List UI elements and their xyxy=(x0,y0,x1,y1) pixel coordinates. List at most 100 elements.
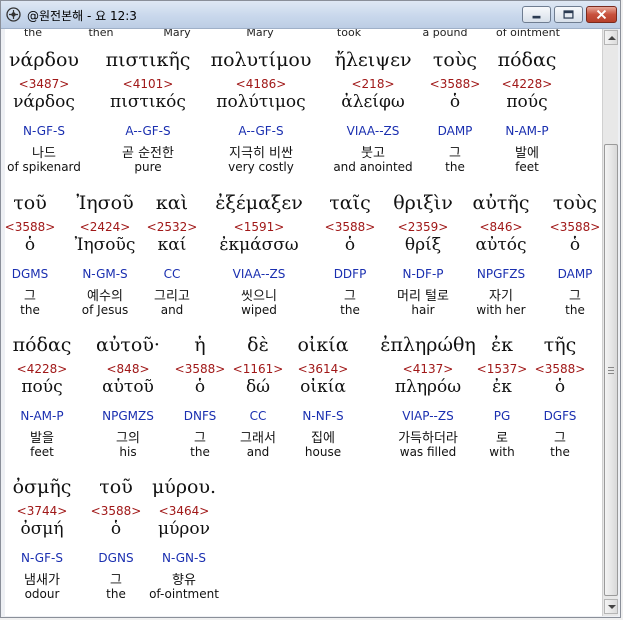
scroll-thumb[interactable] xyxy=(604,144,618,596)
strong-number[interactable]: <846> xyxy=(479,220,522,234)
strong-number[interactable]: <1537> xyxy=(477,362,528,376)
parse-code: VIAA--ZS xyxy=(232,267,286,281)
korean-gloss: 집에 xyxy=(311,431,335,446)
lemma: αὑτοῦ xyxy=(102,377,154,397)
strong-number[interactable]: <4228> xyxy=(502,77,553,91)
english-gloss: with xyxy=(489,445,515,459)
korean-gloss: 로 xyxy=(496,431,508,446)
arrow-down-icon xyxy=(608,605,616,609)
greek-word: ἤλειψεν xyxy=(334,49,412,71)
greek-word: θριξὶν xyxy=(393,192,453,214)
thumb-grip xyxy=(608,367,614,368)
lemma: ἀλείφω xyxy=(341,92,405,112)
greek-word: τοὺς xyxy=(432,49,478,71)
strong-number[interactable]: <3588> xyxy=(535,362,586,376)
korean-gloss: 발에 xyxy=(515,146,539,161)
greek-word: ὀσμῆς xyxy=(12,476,72,498)
greek-word: ἐπληρώθη xyxy=(380,334,476,356)
lemma: δώ xyxy=(245,377,271,397)
korean-gloss: 그 xyxy=(344,289,356,304)
lemma: πούς xyxy=(21,377,63,397)
korean-gloss: 그래서 xyxy=(240,431,276,446)
parse-code: DAMP xyxy=(557,267,593,281)
lemma: οἰκία xyxy=(300,377,346,397)
strong-number[interactable]: <3588> xyxy=(325,220,376,234)
strong-number[interactable]: <4101> xyxy=(123,77,174,91)
english-gloss: the xyxy=(106,587,126,601)
lemma: ὁ xyxy=(24,235,36,255)
strong-number[interactable]: <3588> xyxy=(430,77,481,91)
lemma: ὁ xyxy=(194,377,206,397)
greek-word: αὐτοῦ· xyxy=(96,334,160,356)
prev-english-word: the xyxy=(23,29,43,39)
lemma: πληρόω xyxy=(394,377,462,397)
minimize-icon xyxy=(532,15,541,19)
strong-number[interactable]: <3487> xyxy=(19,77,70,91)
korean-gloss: 그 xyxy=(194,431,206,446)
strong-number[interactable]: <3464> xyxy=(159,504,210,518)
korean-gloss: 자기 xyxy=(489,289,513,304)
strong-number[interactable]: <3588> xyxy=(5,220,55,234)
vertical-scrollbar[interactable] xyxy=(602,29,618,616)
greek-word: πόδας xyxy=(497,49,557,71)
strong-number[interactable]: <1591> xyxy=(234,220,285,234)
strong-number[interactable]: <4137> xyxy=(403,362,454,376)
minimize-button[interactable] xyxy=(522,6,551,23)
parse-code: N-AM-P xyxy=(505,124,549,138)
english-gloss: feet xyxy=(30,445,54,459)
greek-word: νάρδου xyxy=(9,49,79,71)
lemma: ἐκμάσσω xyxy=(219,235,299,255)
scroll-up-button[interactable] xyxy=(604,30,618,45)
korean-gloss: 곧 순전한 xyxy=(122,146,174,161)
parse-code: VIAA--ZS xyxy=(346,124,400,138)
strong-number[interactable]: <848> xyxy=(106,362,149,376)
thumb-grip xyxy=(608,370,614,371)
strong-number[interactable]: <3588> xyxy=(175,362,226,376)
korean-gloss: 그리고 xyxy=(154,289,190,304)
greek-word: τῆς xyxy=(543,334,577,356)
title-bar[interactable]: @원전본해 - 요 12:3 xyxy=(1,1,620,29)
strong-number[interactable]: <1161> xyxy=(233,362,284,376)
english-gloss: pure xyxy=(134,160,162,174)
greek-word: τοῦ xyxy=(99,476,133,498)
parse-code: N-GF-S xyxy=(23,124,65,138)
strong-number[interactable]: <3744> xyxy=(17,504,68,518)
korean-gloss: 그 xyxy=(24,289,36,304)
parse-code: DAMP xyxy=(437,124,473,138)
interlinear-pane[interactable]: the then Mary Mary took a pound of ointm… xyxy=(5,29,602,616)
parse-code: N-GF-S xyxy=(21,551,63,565)
strong-number[interactable]: <3614> xyxy=(298,362,349,376)
scroll-down-button[interactable] xyxy=(604,599,618,614)
strong-number[interactable]: <2424> xyxy=(80,220,131,234)
maximize-button[interactable] xyxy=(554,6,583,23)
strong-number[interactable]: <218> xyxy=(351,77,394,91)
thumb-grip xyxy=(608,373,614,374)
strong-number[interactable]: <2532> xyxy=(147,220,198,234)
parse-code: DGFS xyxy=(543,409,577,423)
app-icon xyxy=(6,7,21,22)
parse-code: NPGFZS xyxy=(476,267,526,281)
lemma: αὐτός xyxy=(475,235,527,255)
lemma: ὁ xyxy=(449,92,461,112)
korean-gloss: 머리 털로 xyxy=(397,289,449,304)
lemma: ὀσμή xyxy=(20,519,64,539)
english-gloss: was filled xyxy=(399,445,457,459)
strong-number[interactable]: <3588> xyxy=(550,220,601,234)
strong-number[interactable]: <2359> xyxy=(398,220,449,234)
korean-gloss: 그의 xyxy=(116,431,140,446)
english-gloss: very costly xyxy=(228,160,294,174)
strong-number[interactable]: <3588> xyxy=(91,504,142,518)
greek-word: τοὺς xyxy=(552,192,598,214)
prev-english-word: Mary xyxy=(163,29,191,39)
greek-word: καὶ xyxy=(155,192,189,214)
korean-gloss: 예수의 xyxy=(87,289,123,304)
korean-gloss: 발을 xyxy=(30,431,54,446)
english-gloss: feet xyxy=(515,160,539,174)
english-gloss: wiped xyxy=(241,303,277,317)
close-button[interactable] xyxy=(586,6,617,23)
prev-english-word: a pound xyxy=(422,29,468,39)
korean-gloss: 그 xyxy=(449,146,461,161)
korean-gloss: 향유 xyxy=(172,573,196,588)
strong-number[interactable]: <4186> xyxy=(236,77,287,91)
strong-number[interactable]: <4228> xyxy=(17,362,68,376)
